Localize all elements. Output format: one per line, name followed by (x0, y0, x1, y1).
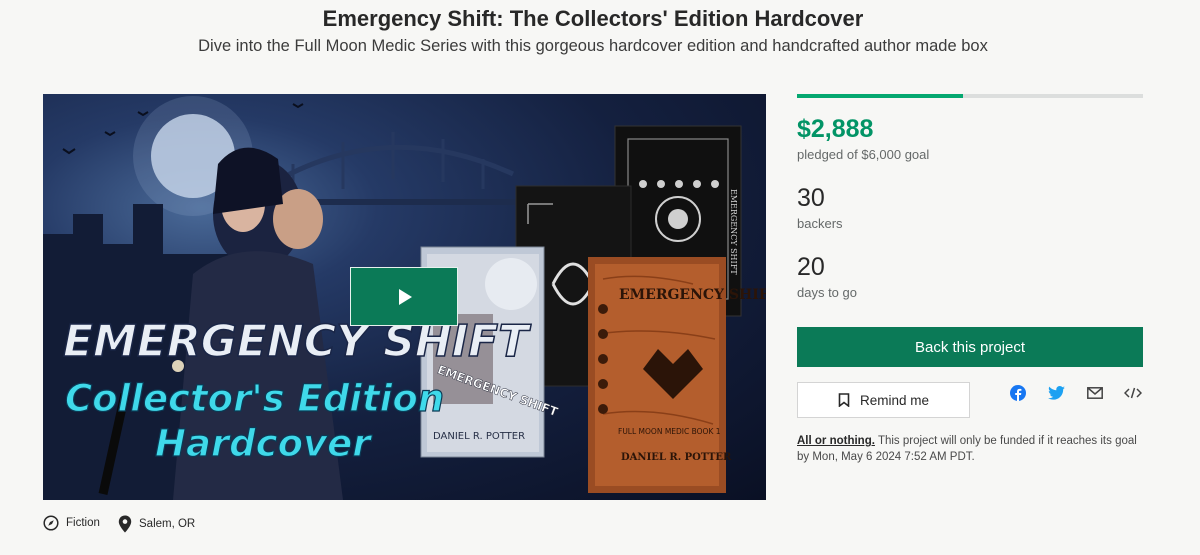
compass-icon (43, 515, 59, 531)
book-spine-text: EMERGENCY SHIFT (729, 189, 738, 275)
back-this-project-button[interactable]: Back this project (797, 327, 1143, 367)
days-label: days to go (797, 285, 857, 300)
remind-me-label: Remind me (859, 392, 930, 408)
play-icon (399, 288, 412, 305)
share-facebook-button[interactable] (1007, 384, 1029, 402)
box-series: FULL MOON MEDIC BOOK 1 (618, 427, 721, 436)
pledged-goal-label: pledged of $6,000 goal (797, 147, 930, 162)
share-twitter-button[interactable] (1045, 384, 1067, 402)
all-or-nothing-note: All or nothing. This project will only b… (797, 433, 1149, 465)
location-link[interactable]: Salem, OR (118, 515, 195, 533)
days-count: 20 (797, 253, 825, 281)
embed-icon (1124, 387, 1142, 399)
box-author: DANIEL R. POTTER (621, 452, 732, 463)
backers-label: backers (797, 216, 843, 231)
share-email-button[interactable] (1084, 384, 1106, 402)
twitter-icon (1047, 386, 1065, 400)
remind-me-button[interactable]: Remind me (797, 382, 970, 418)
funding-progress-bar (797, 94, 1143, 98)
page-subtitle: Dive into the Full Moon Medic Series wit… (198, 37, 988, 55)
facebook-icon (1010, 385, 1026, 401)
cover-title-line3: Hardcover (155, 422, 373, 465)
cover-title-line1: EMERGENCY SHIFT (63, 316, 531, 367)
bookmark-icon (838, 393, 850, 407)
backers-count: 30 (797, 184, 825, 212)
paperback-author: DANIEL R. POTTER (433, 431, 525, 442)
email-icon (1087, 387, 1103, 399)
play-video-button[interactable] (350, 267, 458, 326)
category-link[interactable]: Fiction (43, 515, 100, 531)
share-embed-button[interactable] (1122, 384, 1144, 402)
all-or-nothing-link[interactable]: All or nothing. (797, 435, 875, 447)
location-pin-icon (118, 515, 132, 533)
project-video[interactable]: EMERGENCY SHIFT Collector's Edition Hard… (43, 94, 766, 500)
category-label: Fiction (66, 517, 100, 529)
funding-progress-fill (797, 94, 964, 98)
pledged-amount: $2,888 (797, 115, 874, 143)
page-title: Emergency Shift: The Collectors' Edition… (322, 6, 864, 31)
cover-title-line2: Collector's Edition (65, 377, 444, 420)
box-title: EMERGENCY SHIFT (619, 287, 766, 303)
location-label: Salem, OR (139, 518, 196, 530)
